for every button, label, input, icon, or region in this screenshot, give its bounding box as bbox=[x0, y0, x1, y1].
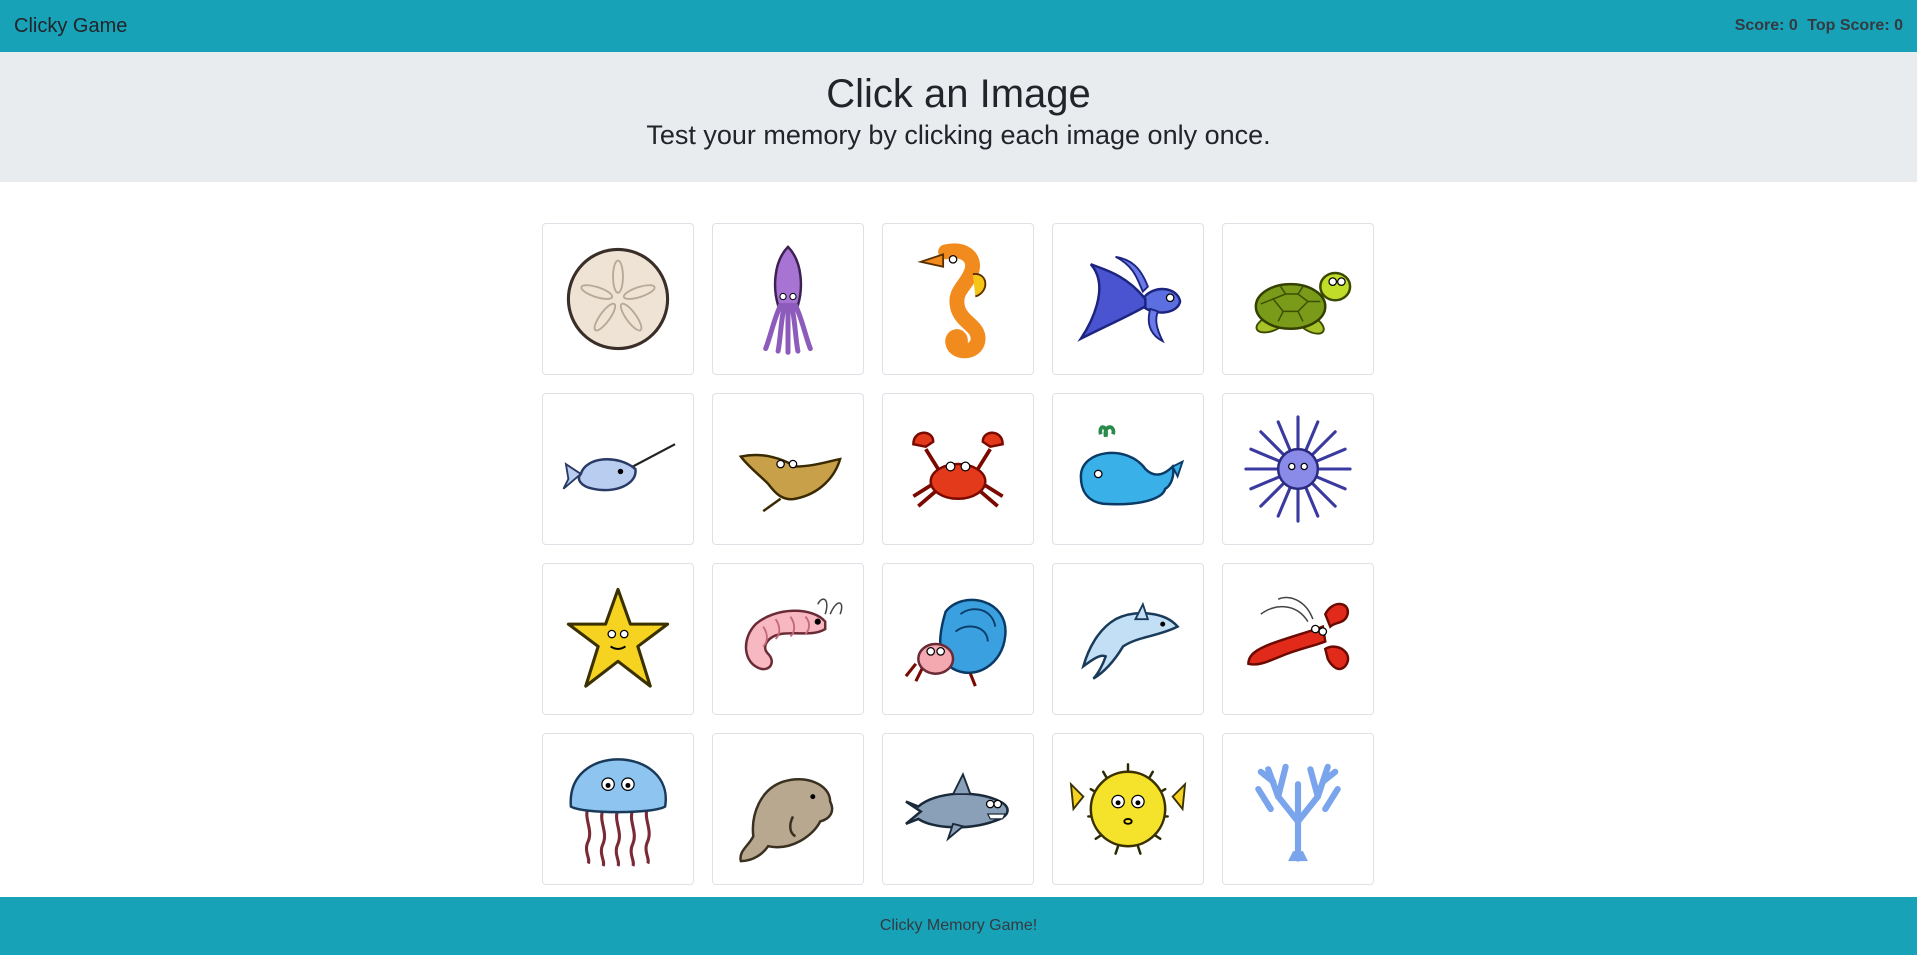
image-card[interactable] bbox=[1052, 223, 1204, 375]
image-card[interactable] bbox=[882, 733, 1034, 885]
image-card[interactable] bbox=[542, 393, 694, 545]
card-grid bbox=[542, 223, 1374, 885]
image-card[interactable] bbox=[1052, 393, 1204, 545]
image-card[interactable] bbox=[542, 563, 694, 715]
sea-urchin-icon bbox=[1244, 415, 1352, 523]
sea-turtle-icon bbox=[1254, 271, 1352, 335]
seahorse-icon bbox=[917, 243, 987, 359]
shrimp-icon bbox=[744, 598, 843, 671]
whale-icon bbox=[1079, 425, 1185, 506]
score-label: Score: 0 bbox=[1734, 17, 1798, 34]
pufferfish-icon bbox=[1069, 763, 1187, 855]
page-title: Click an Image bbox=[826, 72, 1091, 116]
coral-icon bbox=[1255, 763, 1341, 862]
top-score-label: Top Score: 0 bbox=[1807, 17, 1903, 34]
image-card[interactable] bbox=[882, 563, 1034, 715]
hermit-crab-icon bbox=[904, 598, 1007, 687]
image-card[interactable] bbox=[1222, 563, 1374, 715]
manatee-icon bbox=[739, 777, 834, 863]
image-card[interactable] bbox=[1052, 563, 1204, 715]
squid-icon bbox=[763, 245, 813, 355]
score-display: Score: 0 Top Score: 0 bbox=[1730, 17, 1903, 35]
lobster-icon bbox=[1247, 596, 1350, 671]
image-card[interactable] bbox=[1222, 393, 1374, 545]
dolphin-icon bbox=[1081, 601, 1180, 680]
footer-text: Clicky Memory Game! bbox=[879, 917, 1038, 934]
image-card[interactable] bbox=[1222, 223, 1374, 375]
brand-link[interactable]: Clicky Game bbox=[14, 15, 127, 38]
image-card[interactable] bbox=[542, 223, 694, 375]
header-banner: Click an Image Test your memory by click… bbox=[0, 52, 1917, 182]
image-card[interactable] bbox=[1052, 733, 1204, 885]
image-card[interactable] bbox=[542, 733, 694, 885]
footer: Clicky Memory Game! bbox=[0, 897, 1917, 955]
image-card[interactable] bbox=[712, 563, 864, 715]
image-card[interactable] bbox=[712, 393, 864, 545]
image-card[interactable] bbox=[1222, 733, 1374, 885]
navbar: Clicky Game Score: 0 Top Score: 0 bbox=[0, 0, 1917, 52]
image-card[interactable] bbox=[712, 223, 864, 375]
shark-icon bbox=[905, 771, 1009, 842]
narwhal-icon bbox=[562, 443, 676, 492]
crab-icon bbox=[912, 431, 1004, 508]
image-card[interactable] bbox=[882, 393, 1034, 545]
image-card[interactable] bbox=[712, 733, 864, 885]
image-card[interactable] bbox=[882, 223, 1034, 375]
jellyfish-icon bbox=[569, 758, 667, 867]
starfish-icon bbox=[566, 587, 670, 688]
manta-ray-icon bbox=[738, 453, 842, 513]
sand-dollar-icon bbox=[566, 247, 670, 351]
betta-fish-icon bbox=[1077, 255, 1182, 344]
page-subtitle: Test your memory by clicking each image … bbox=[646, 120, 1271, 150]
